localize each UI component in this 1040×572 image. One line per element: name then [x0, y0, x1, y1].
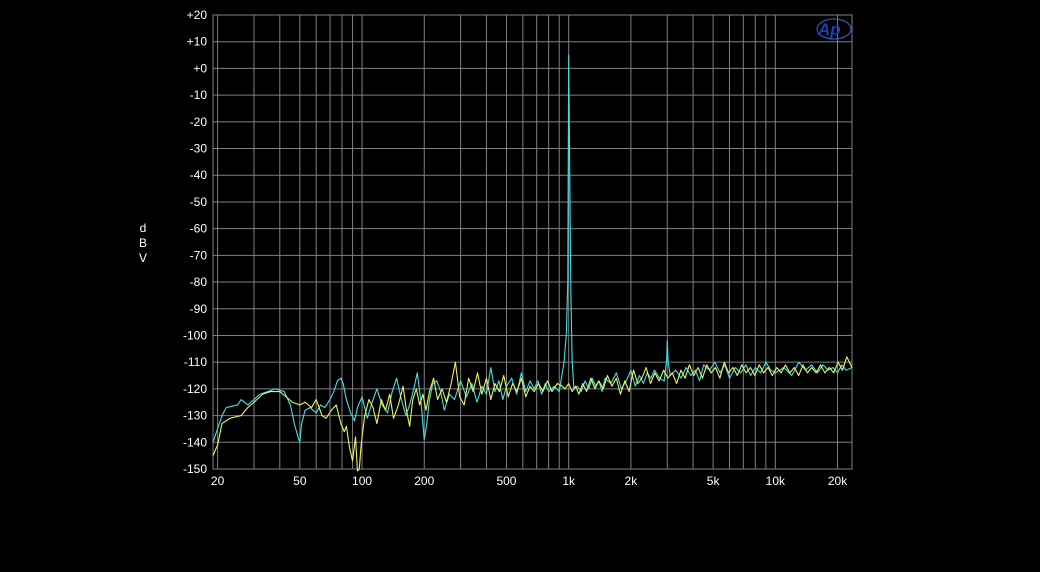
logo-text: Ap: [817, 20, 841, 39]
x-tick-label: 1k: [562, 474, 576, 488]
y-tick-label: -100: [183, 328, 207, 342]
y-tick-label: -40: [190, 168, 208, 182]
y-axis-label: dBV: [139, 221, 147, 265]
x-tick-label: 5k: [707, 474, 721, 488]
x-tick-label: 500: [496, 474, 516, 488]
y-axis-label-char: d: [140, 221, 147, 235]
spectrum-chart: +20 +10 +0 -10 -20 -30 -40 -50 -60 -70 -80 -90 -100 -…: [0, 0, 1040, 567]
x-tick-label: 10k: [766, 474, 786, 488]
y-tick-label: -150: [183, 462, 207, 476]
y-axis-label-char: V: [139, 251, 147, 265]
y-tick-label: -110: [184, 355, 207, 369]
x-tick-label: 2k: [625, 474, 639, 488]
y-tick-label: -80: [190, 275, 208, 289]
y-tick-label: +0: [193, 61, 207, 75]
y-tick-label: -60: [190, 222, 208, 236]
x-tick-label: 100: [352, 474, 372, 488]
y-tick-label: -30: [190, 142, 208, 156]
x-tick-label: 20: [211, 474, 225, 488]
y-axis-label-char: B: [139, 236, 147, 250]
y-tick-label: +10: [187, 35, 208, 49]
y-tick-label: -90: [190, 302, 208, 316]
y-tick-label: -10: [190, 88, 208, 102]
y-tick-label: -20: [190, 115, 208, 129]
y-tick-label: -70: [190, 248, 208, 262]
x-tick-label: 50: [293, 474, 307, 488]
y-tick-label: -130: [183, 409, 207, 423]
x-tick-label: 20k: [828, 474, 848, 488]
y-tick-label: -50: [190, 195, 208, 209]
chart-area: +20 +10 +0 -10 -20 -30 -40 -50 -60 -70 -80 -90 -100 -…: [0, 0, 1040, 567]
y-tick-label: -120: [183, 382, 207, 396]
x-tick-label: 200: [414, 474, 434, 488]
y-tick-label: +20: [187, 8, 208, 22]
y-tick-label: -140: [183, 435, 207, 449]
